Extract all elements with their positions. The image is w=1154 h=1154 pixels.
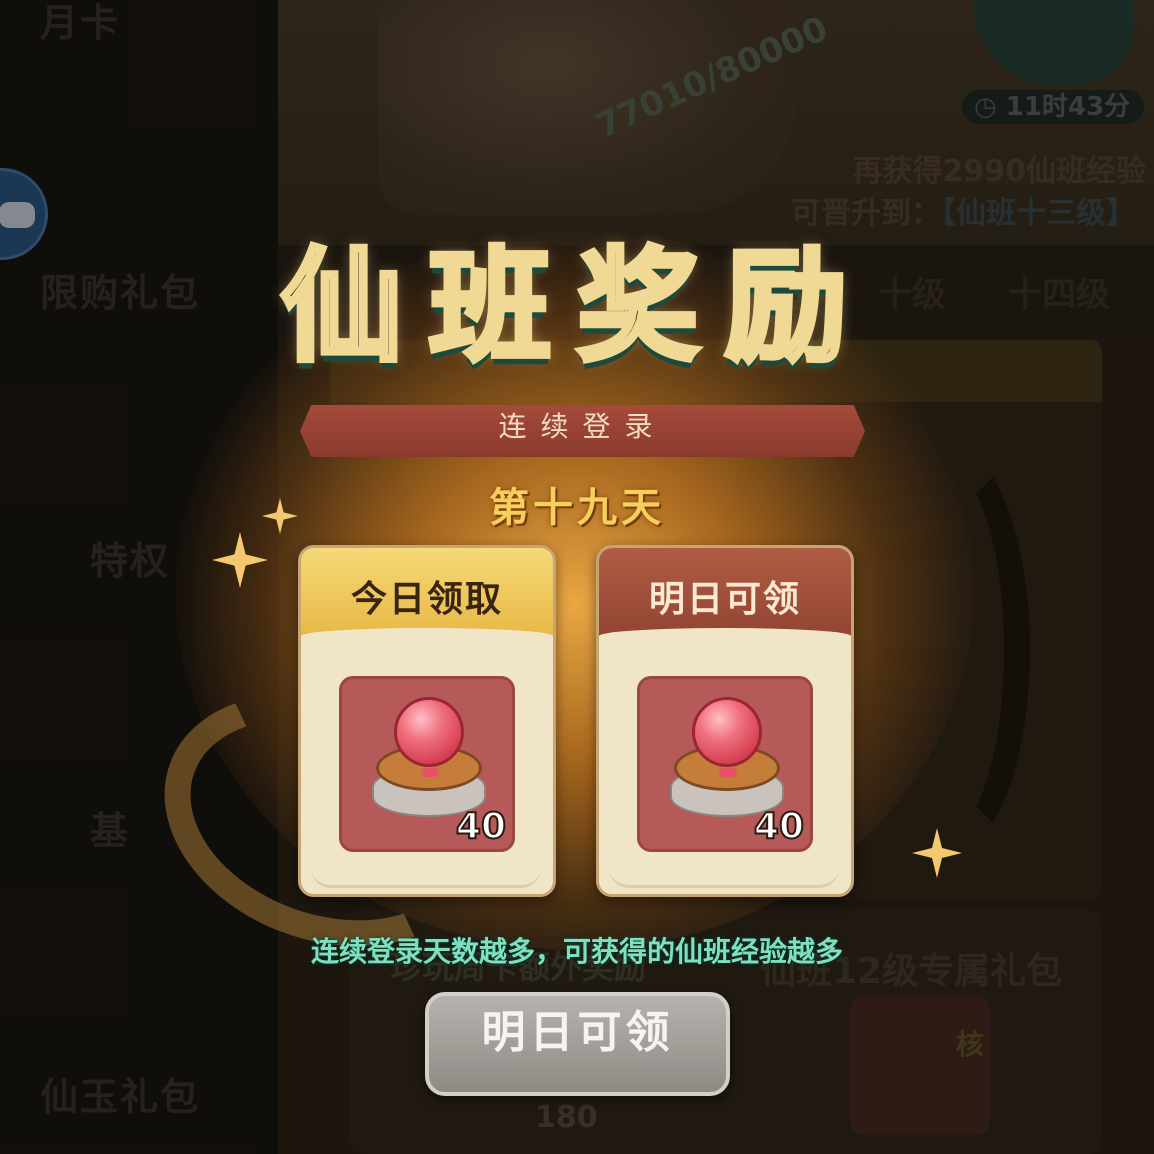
login-day-label: 第十九天 <box>489 484 665 531</box>
claim-button-label: 明日可领 <box>481 1007 674 1058</box>
card-header: 今日领取 <box>301 548 553 644</box>
ribbon-label: 连续登录 <box>498 410 667 443</box>
card-header-wave <box>301 628 553 644</box>
cloud-decoration <box>311 848 541 888</box>
claim-tomorrow-button[interactable]: 明日可领 <box>425 992 730 1096</box>
reward-item-slot[interactable]: 40 <box>637 676 813 852</box>
item-quantity: 40 <box>753 805 805 848</box>
cloud-decoration <box>609 848 839 888</box>
card-header-wave <box>599 628 851 644</box>
reward-card-tomorrow[interactable]: 明日可领 40 <box>596 545 854 897</box>
card-header: 明日可领 <box>599 548 851 644</box>
sparkle-icon <box>262 498 298 534</box>
login-hint-text: 连续登录天数越多，可获得的仙班经验越多 <box>310 935 843 968</box>
card-header-label: 今日领取 <box>350 578 503 620</box>
item-quantity: 40 <box>455 805 507 848</box>
sparkle-icon <box>912 828 962 878</box>
sparkle-icon <box>212 532 268 588</box>
dialog-title: 仙班奖励 <box>279 232 873 381</box>
card-header-label: 明日可领 <box>648 578 801 620</box>
reward-card-today[interactable]: 今日领取 40 <box>298 545 556 897</box>
reward-item-slot[interactable]: 40 <box>339 676 515 852</box>
login-ribbon: 连续登录 <box>300 405 865 457</box>
